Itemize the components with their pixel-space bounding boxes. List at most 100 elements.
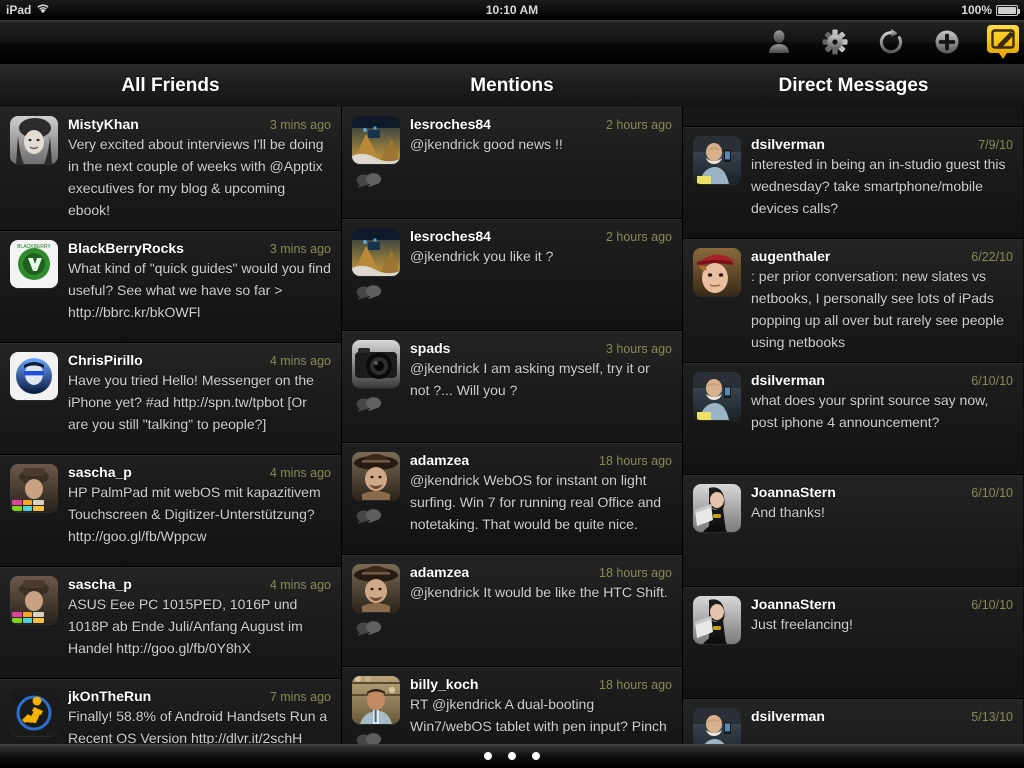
tweet-body: lesroches84 2 hours ago @jkendrick you lik… — [410, 228, 672, 322]
refresh-button[interactable] — [876, 27, 906, 57]
column-header-mentions[interactable]: Mentions — [341, 64, 683, 107]
avatar[interactable] — [10, 116, 58, 164]
tweet-username[interactable]: lesroches84 — [410, 228, 491, 244]
tweet-row[interactable]: 7:00p. — [683, 107, 1023, 127]
column-headers: All Friends Mentions Direct Messages — [0, 64, 1024, 107]
tweet-username[interactable]: dsilverman — [751, 372, 825, 388]
avatar[interactable] — [693, 248, 741, 296]
tweet-row[interactable]: JoannaStern 6/10/10 Just freelancing! — [683, 586, 1023, 699]
tweet-username[interactable]: lesroches84 — [410, 116, 491, 132]
tweet-username[interactable]: adamzea — [410, 564, 469, 580]
column-mentions[interactable]: lesroches84 2 hours ago @jkendrick good ne… — [341, 107, 683, 744]
tweet-text: Just freelancing! — [751, 615, 853, 632]
avatar[interactable] — [352, 452, 400, 500]
compose-button[interactable] — [987, 25, 1019, 59]
tweet-timestamp: 4 mins ago — [269, 353, 331, 368]
avatar[interactable] — [352, 564, 400, 612]
accounts-button[interactable] — [764, 27, 794, 57]
avatar-wrap — [352, 676, 400, 744]
conversation-icon[interactable] — [356, 732, 400, 744]
tweet-row[interactable]: sascha_p 4 mins ago ASUS Eee PC 1015PED, 1… — [0, 566, 341, 679]
avatar[interactable] — [693, 595, 741, 644]
tweet-username[interactable]: sascha_p — [68, 464, 132, 480]
tweet-text: Finally! 58.8% of Android Handsets Run a… — [68, 707, 328, 744]
avatar[interactable] — [352, 676, 400, 724]
tweet-username[interactable]: billy_koch — [410, 676, 478, 692]
tweet-username[interactable]: adamzea — [410, 452, 469, 468]
tweet-username[interactable]: JoannaStern — [751, 596, 836, 612]
column-header-direct-messages[interactable]: Direct Messages — [683, 64, 1024, 107]
avatar-wrap — [10, 575, 58, 670]
avatar[interactable] — [693, 483, 741, 532]
tweet-username[interactable]: augenthaler — [751, 248, 830, 264]
avatar[interactable] — [10, 687, 58, 736]
page-dot-2[interactable] — [508, 752, 516, 760]
conversation-icon[interactable] — [356, 284, 400, 305]
avatar-wrap — [693, 248, 741, 354]
settings-button[interactable] — [820, 27, 850, 57]
tweet-row[interactable]: dsilverman 7/9/10 interested in being an i… — [683, 127, 1023, 239]
tweet-body: ChrisPirillo 4 mins ago Have you tried Hel… — [68, 352, 331, 446]
avatar[interactable] — [10, 351, 58, 400]
tweet-row[interactable]: lesroches84 2 hours ago @jkendrick good ne… — [342, 107, 682, 219]
tweet-row[interactable]: adamzea 18 hours ago @jkendrick WebOS for … — [342, 443, 682, 555]
avatar-wrap — [693, 107, 741, 118]
tweet-row[interactable]: JoannaStern 6/10/10 And thanks! — [683, 474, 1023, 587]
column-direct-messages[interactable]: 7:00p. dsilverman 7/9/10 interested in bei… — [683, 107, 1023, 744]
tweet-username[interactable]: MistyKhan — [68, 116, 139, 132]
tweet-username[interactable]: BlackBerryRocks — [68, 240, 184, 256]
avatar[interactable] — [693, 371, 741, 420]
column-direct-messages-list: 7:00p. dsilverman 7/9/10 interested in bei… — [683, 107, 1023, 744]
top-toolbar — [0, 20, 1024, 64]
tweet-body: adamzea 18 hours ago @jkendrick It would b… — [410, 564, 672, 658]
tweet-row[interactable]: BLACKBERRY BlackBerryRocks 3 mins ago What … — [0, 230, 341, 343]
tweet-row[interactable]: jkOnTheRun 7 mins ago Finally! 58.8% of An… — [0, 678, 341, 744]
tweet-header: BlackBerryRocks 3 mins ago — [68, 240, 331, 256]
avatar[interactable] — [693, 707, 741, 744]
tweet-body: dsilverman 6/10/10 what does your sprint s… — [751, 372, 1013, 466]
avatar[interactable] — [10, 463, 58, 512]
tweet-row[interactable]: sascha_p 4 mins ago HP PalmPad mit webOS m… — [0, 454, 341, 567]
page-dot-3[interactable] — [532, 752, 540, 760]
avatar[interactable]: BLACKBERRY — [10, 239, 58, 288]
tweet-timestamp: 5/13/10 — [971, 709, 1013, 724]
tweet-username[interactable]: dsilverman — [751, 136, 825, 152]
status-bar-clock: 10:10 AM — [485, 3, 539, 17]
page-dot-1[interactable] — [484, 752, 492, 760]
tweet-row[interactable]: MistyKhan 3 mins ago Very excited about in… — [0, 107, 341, 231]
conversation-icon[interactable] — [356, 396, 400, 417]
add-column-button[interactable] — [932, 27, 962, 57]
tweet-username[interactable]: dsilverman — [751, 708, 825, 724]
tweet-header: MistyKhan 3 mins ago — [68, 116, 331, 132]
avatar[interactable] — [352, 116, 400, 164]
tweet-body: JoannaStern 6/10/10 And thanks! — [751, 484, 1013, 578]
tweet-username[interactable]: ChrisPirillo — [68, 352, 143, 368]
tweet-row[interactable]: dsilverman 5/13/10 — [683, 698, 1023, 744]
conversation-icon[interactable] — [356, 172, 400, 193]
tweet-row[interactable]: adamzea 18 hours ago @jkendrick It would b… — [342, 555, 682, 667]
avatar[interactable] — [352, 228, 400, 276]
tweet-body: dsilverman 7/9/10 interested in being an i… — [751, 136, 1013, 230]
tweet-username[interactable]: sascha_p — [68, 576, 132, 592]
tweet-username[interactable]: spads — [410, 340, 450, 356]
avatar-wrap — [693, 595, 741, 690]
tweet-username[interactable]: JoannaStern — [751, 484, 836, 500]
tweet-timestamp: 18 hours ago — [599, 454, 672, 468]
tweet-row[interactable]: dsilverman 6/10/10 what does your sprint s… — [683, 362, 1023, 475]
tweet-row[interactable]: billy_koch 18 hours ago RT @jkendrick A du… — [342, 667, 682, 744]
avatar[interactable] — [352, 340, 400, 388]
column-all-friends[interactable]: MistyKhan 3 mins ago Very excited about in… — [0, 107, 341, 744]
tweet-username[interactable]: jkOnTheRun — [68, 688, 151, 704]
tweet-row[interactable]: lesroches84 2 hours ago @jkendrick you lik… — [342, 219, 682, 331]
conversation-icon[interactable] — [356, 508, 400, 529]
column-header-all-friends[interactable]: All Friends — [0, 64, 341, 107]
conversation-icon[interactable] — [356, 620, 400, 641]
avatar[interactable] — [10, 575, 58, 624]
bottom-page-bar — [0, 744, 1024, 768]
avatar[interactable] — [693, 136, 741, 184]
tweet-body: augenthaler 6/22/10: per prior conversati… — [751, 248, 1013, 354]
tweet-row[interactable]: spads 3 hours ago @jkendrick I am asking m… — [342, 331, 682, 443]
avatar-wrap — [693, 136, 741, 230]
tweet-row[interactable]: ChrisPirillo 4 mins ago Have you tried Hel… — [0, 342, 341, 455]
tweet-row[interactable]: augenthaler 6/22/10: per prior conversati… — [683, 239, 1023, 363]
